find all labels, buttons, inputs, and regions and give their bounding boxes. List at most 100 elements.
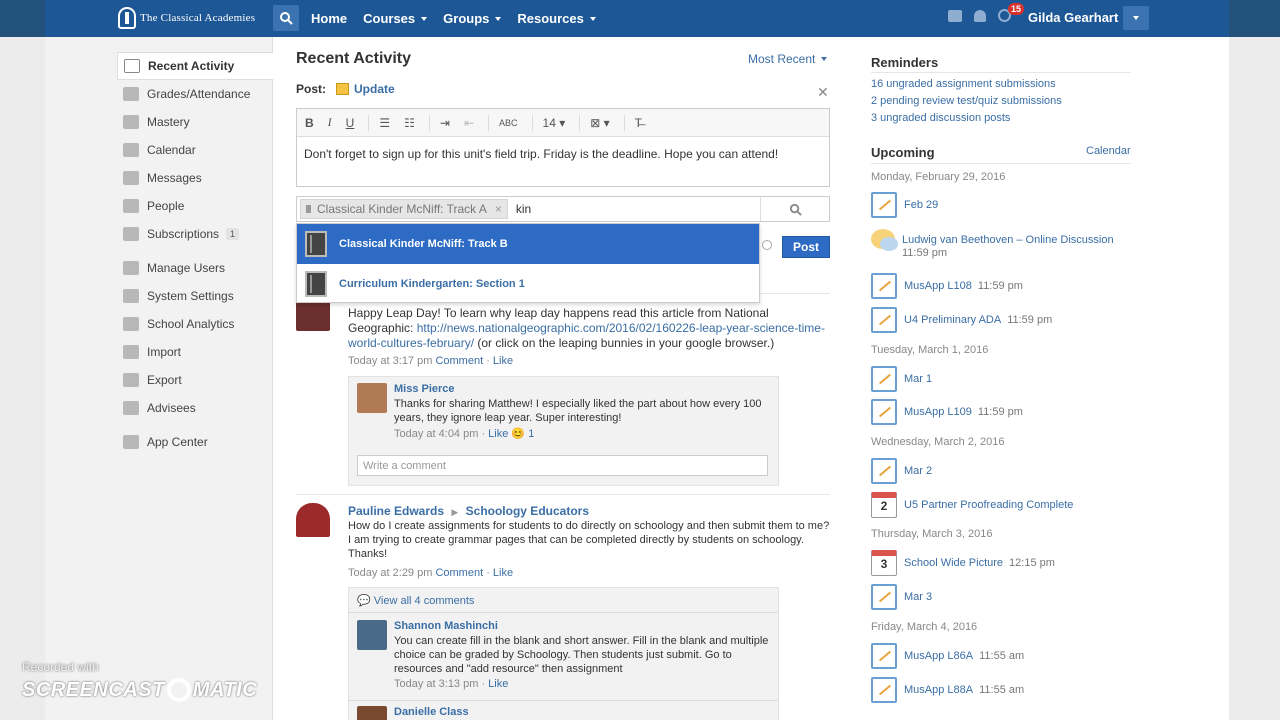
upcoming-event[interactable]: MusApp L109 11:59 pm [871,399,1023,425]
clear-formatting-icon[interactable]: T̶ [635,116,642,130]
editor-content[interactable]: Don't forget to sign up for this unit's … [297,137,829,171]
comment-text: You can create fill in the blank and sho… [394,635,769,675]
user-menu-button[interactable] [1123,6,1149,30]
like-link[interactable]: Like [488,678,508,690]
sidebar-item-subscriptions[interactable]: Subscriptions 1 [117,220,273,248]
sidebar-item-people[interactable]: People [117,192,273,220]
search-button[interactable] [273,5,299,31]
reminders-title: Reminders [871,55,939,70]
comment-meta: Today at 4:04 pm · Like 😊 1 [394,428,535,440]
right-sidebar: Reminders 16 ungraded assignment submiss… [871,37,1131,720]
comment-link[interactable]: Comment [435,355,483,367]
comment-meta: Today at 3:13 pm · Like [394,678,509,690]
sidebar-item-mastery[interactable]: Mastery [117,108,273,136]
sort-dropdown[interactable]: Most Recent [748,52,828,66]
reminder-item[interactable]: 2 pending review test/quiz submissions [871,95,1062,107]
font-size-select[interactable]: 14 ▾ [543,116,566,130]
assignment-icon [871,192,897,218]
post-author[interactable]: Pauline Edwards [348,504,444,518]
comment-thread: 💬 View all 4 comments Shannon Mashinchi … [348,587,779,720]
upcoming-event[interactable]: MusApp L88A 11:55 am [871,677,1024,703]
suggestion-item[interactable]: Curriculum Kindergarten: Section 1 [297,264,759,304]
nav-home[interactable]: Home [311,11,347,26]
assignment-icon [871,643,897,669]
sidebar-item-import[interactable]: Import [117,338,273,366]
comment-link[interactable]: Comment [435,567,483,579]
post-group[interactable]: Schoology Educators [466,504,589,518]
main-nav: Home Courses Groups Resources [311,0,612,37]
comment-author[interactable]: Shannon Mashinchi [394,620,772,632]
upcoming-event[interactable]: MusApp L108 11:59 pm [871,273,1023,299]
sidebar-item-calendar[interactable]: Calendar [117,136,273,164]
sidebar-item-grades-attendance[interactable]: Grades/Attendance [117,80,273,108]
outdent-icon[interactable]: ⇤ [464,116,474,130]
recipient-search-button[interactable] [760,197,830,221]
course-book-icon [305,231,327,257]
notifications-icon[interactable]: 15 [998,3,1025,22]
sidebar-item-recent-activity[interactable]: Recent Activity [117,52,273,80]
upcoming-event[interactable]: MusApp L86A 11:55 am [871,643,1024,669]
like-link[interactable]: Like [488,428,508,440]
sidebar-item-advisees[interactable]: Advisees [117,394,273,422]
visibility-icon[interactable] [762,240,772,250]
suggestion-item[interactable]: Classical Kinder McNiff: Track B [297,224,759,264]
post-editor[interactable]: B I U ☰ ☷ ⇥ ⇤ ABC 14 ▾ ⊠ ▾ T̶ Don't forg… [296,108,830,187]
nav-groups[interactable]: Groups [443,11,502,26]
sidebar-item-export[interactable]: Export [117,366,273,394]
upcoming-event[interactable]: Ludwig van Beethoven – Online Discussion… [871,229,1114,260]
post-meta: Today at 3:17 pm Comment · Like [348,355,514,367]
upcoming-event[interactable]: Feb 29 [871,192,938,218]
upcoming-event[interactable]: 2 U5 Partner Proofreading Complete [871,492,1073,518]
search-icon [789,203,802,216]
avatar[interactable] [357,706,387,720]
bullet-list-icon[interactable]: ☰ [379,116,390,130]
requests-icon[interactable] [974,9,986,22]
recipient-input[interactable]: kin [516,202,531,216]
sidebar-item-manage-users[interactable]: Manage Users [117,254,273,282]
page-title: Recent Activity [296,50,411,67]
like-link[interactable]: Like [493,355,513,367]
school-logo[interactable]: The Classical Academies [118,6,255,30]
upcoming-event[interactable]: Mar 1 [871,366,932,392]
calendar-link[interactable]: Calendar [1086,145,1131,157]
nav-courses[interactable]: Courses [363,11,428,26]
comment-author[interactable]: Miss Pierce [394,383,772,395]
sidebar-item-messages[interactable]: Messages [117,164,273,192]
reminder-item[interactable]: 16 ungraded assignment submissions [871,78,1056,90]
italic-button[interactable]: I [328,115,332,130]
sidebar-item-app-center[interactable]: App Center [117,428,273,456]
avatar[interactable] [296,503,330,537]
view-all-comments[interactable]: 💬 View all 4 comments [357,594,474,607]
post-type-update[interactable]: Update [354,82,395,96]
like-count[interactable]: 1 [528,428,534,440]
messages-icon[interactable] [948,9,962,22]
like-link[interactable]: Like [493,567,513,579]
nav-resources[interactable]: Resources [517,11,596,26]
comment-author[interactable]: Danielle Class [394,706,469,718]
grades-icon [123,87,139,101]
write-comment-input[interactable]: Write a comment [357,455,768,476]
numbered-list-icon[interactable]: ☷ [404,116,415,130]
spellcheck-icon[interactable]: ABC [499,118,518,128]
page-content: Recent Activity Grades/Attendance Master… [45,37,1229,720]
post-button[interactable]: Post [782,236,830,258]
avatar[interactable] [357,383,387,413]
bold-button[interactable]: B [305,116,314,130]
recipient-field[interactable]: Classical Kinder McNiff: Track A × kin [296,196,830,222]
reminder-item[interactable]: 3 ungraded discussion posts [871,112,1010,124]
avatar[interactable] [357,620,387,650]
close-icon[interactable]: ✕ [817,84,829,101]
upcoming-event[interactable]: 3 School Wide Picture 12:15 pm [871,550,1055,576]
underline-button[interactable]: U [346,116,355,130]
sidebar-item-system-settings[interactable]: System Settings [117,282,273,310]
indent-icon[interactable]: ⇥ [440,116,450,130]
sidebar-item-school-analytics[interactable]: School Analytics [117,310,273,338]
upcoming-event[interactable]: U4 Preliminary ADA 11:59 pm [871,307,1052,333]
assignment-icon [871,584,897,610]
user-name[interactable]: Gilda Gearhart [1028,10,1118,25]
insert-content-icon[interactable]: ⊠ ▾ [590,116,609,130]
chevron-down-icon [495,16,502,21]
upcoming-event[interactable]: Mar 2 [871,458,932,484]
remove-recipient-icon[interactable]: × [495,202,502,216]
upcoming-event[interactable]: Mar 3 [871,584,932,610]
